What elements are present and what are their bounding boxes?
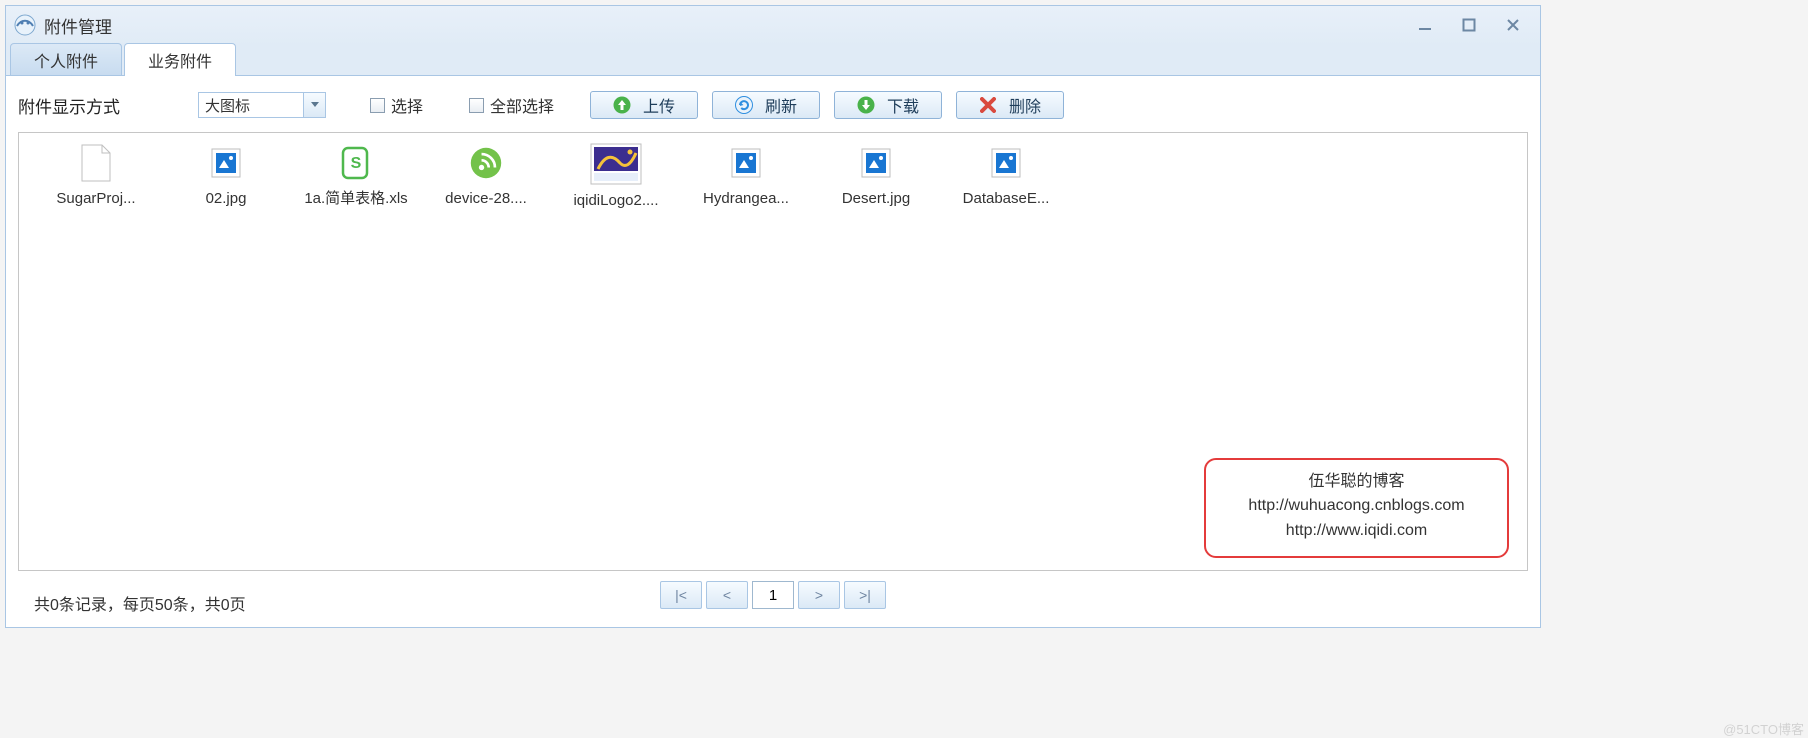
refresh-button[interactable]: 刷新 — [712, 91, 820, 119]
file-item[interactable]: DatabaseE... — [941, 143, 1071, 211]
tab-label: 业务附件 — [148, 48, 212, 72]
chevron-down-icon — [303, 93, 325, 117]
tab-label: 个人附件 — [34, 48, 98, 72]
page-number-input[interactable] — [752, 581, 794, 609]
titlebar: 附件管理 — [6, 6, 1540, 44]
last-page-button[interactable]: >| — [844, 581, 886, 609]
checkbox-icon — [370, 98, 385, 113]
file-grid: SugarProj... 02.jpg S 1a.简单表格.xls — [31, 143, 1515, 211]
button-label: 刷新 — [765, 93, 797, 117]
file-item[interactable]: iqidiLogo2.... — [551, 143, 681, 211]
tab-strip: 个人附件 业务附件 — [6, 42, 1540, 76]
callout-url1: http://wuhuacong.cnblogs.com — [1218, 494, 1495, 519]
next-page-button[interactable]: > — [798, 581, 840, 609]
footer: 共0条记录，每页50条，共0页 |< < > >| — [18, 575, 1528, 619]
file-item[interactable]: Desert.jpg — [811, 143, 941, 211]
wifi-icon — [469, 143, 503, 183]
file-name: Desert.jpg — [842, 189, 910, 209]
window: 附件管理 个人附件 业务附件 — [5, 5, 1541, 628]
file-blank-icon — [79, 143, 113, 183]
file-pane: SugarProj... 02.jpg S 1a.简单表格.xls — [18, 132, 1528, 571]
first-page-button[interactable]: |< — [660, 581, 702, 609]
checkbox-label: 选择 — [391, 93, 423, 117]
tab-personal-attachments[interactable]: 个人附件 — [10, 43, 122, 75]
window-title: 附件管理 — [44, 13, 112, 38]
svg-text:S: S — [351, 155, 362, 172]
file-item[interactable]: Hydrangea... — [681, 143, 811, 211]
maximize-button[interactable] — [1458, 14, 1480, 36]
file-item[interactable]: 02.jpg — [161, 143, 291, 211]
prev-page-button[interactable]: < — [706, 581, 748, 609]
file-name: DatabaseE... — [963, 189, 1050, 209]
file-name: SugarProj... — [56, 189, 135, 209]
file-item[interactable]: device-28.... — [421, 143, 551, 211]
app-icon — [14, 14, 36, 36]
button-label: 下载 — [887, 93, 919, 117]
callout-title: 伍华聪的博客 — [1218, 470, 1495, 495]
close-button[interactable] — [1502, 14, 1524, 36]
toolbar: 附件显示方式 大图标 选择 全部选择 — [18, 88, 1528, 122]
file-name: device-28.... — [445, 189, 527, 209]
upload-button[interactable]: 上传 — [590, 91, 698, 119]
download-icon — [857, 96, 875, 114]
image-icon — [859, 143, 893, 183]
button-label: 上传 — [643, 93, 675, 117]
callout-url2: http://www.iqidi.com — [1218, 519, 1495, 544]
download-button[interactable]: 下载 — [834, 91, 942, 119]
file-name: 02.jpg — [206, 189, 247, 209]
external-watermark: @51CTO博客 — [1723, 719, 1804, 738]
checkbox-label: 全部选择 — [490, 93, 554, 117]
refresh-icon — [735, 96, 753, 114]
display-mode-dropdown[interactable]: 大图标 — [198, 92, 326, 118]
upload-icon — [613, 96, 631, 114]
image-icon — [729, 143, 763, 183]
window-controls — [1414, 14, 1532, 36]
button-label: 删除 — [1009, 93, 1041, 117]
file-name: Hydrangea... — [703, 189, 789, 209]
tab-content: 附件显示方式 大图标 选择 全部选择 — [6, 76, 1540, 627]
checkbox-select[interactable]: 选择 — [370, 93, 423, 117]
delete-button[interactable]: 删除 — [956, 91, 1064, 119]
delete-icon — [979, 96, 997, 114]
file-name: 1a.简单表格.xls — [304, 189, 407, 209]
watermark-callout: 伍华聪的博客 http://wuhuacong.cnblogs.com http… — [1204, 458, 1509, 558]
display-mode-label: 附件显示方式 — [18, 93, 120, 118]
xls-icon: S — [339, 143, 373, 183]
checkbox-select-all[interactable]: 全部选择 — [469, 93, 554, 117]
image-icon — [989, 143, 1023, 183]
minimize-button[interactable] — [1414, 14, 1436, 36]
file-name: iqidiLogo2.... — [573, 191, 658, 211]
tab-business-attachments[interactable]: 业务附件 — [124, 43, 236, 76]
file-item[interactable]: SugarProj... — [31, 143, 161, 211]
file-item[interactable]: S 1a.简单表格.xls — [291, 143, 421, 211]
record-status: 共0条记录，每页50条，共0页 — [22, 591, 246, 615]
logo-icon — [590, 143, 642, 185]
checkbox-icon — [469, 98, 484, 113]
dropdown-value: 大图标 — [199, 95, 303, 116]
image-icon — [209, 143, 243, 183]
